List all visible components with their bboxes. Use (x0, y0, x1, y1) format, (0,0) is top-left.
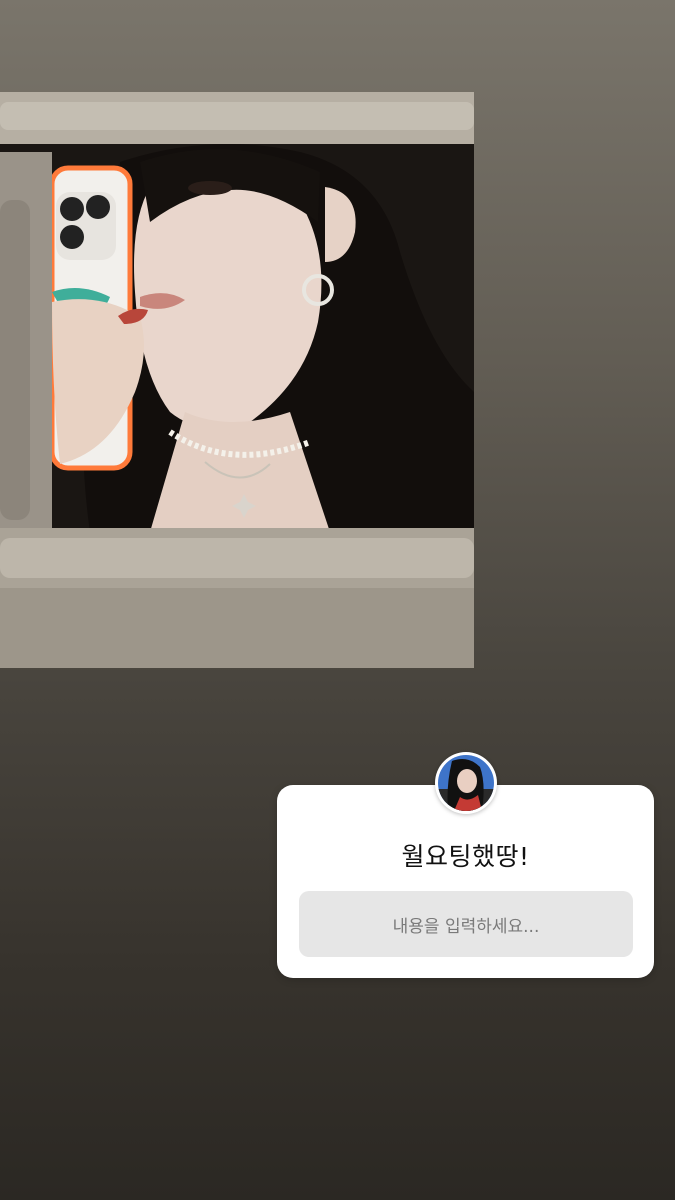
story-photo (0, 92, 474, 668)
answer-input[interactable]: 내용을 입력하세요... (299, 891, 633, 957)
question-text: 월요팅했땅! (401, 842, 530, 871)
story-canvas: 월요팅했땅! 내용을 입력하세요... (0, 0, 675, 1200)
profile-avatar-icon (435, 752, 497, 814)
